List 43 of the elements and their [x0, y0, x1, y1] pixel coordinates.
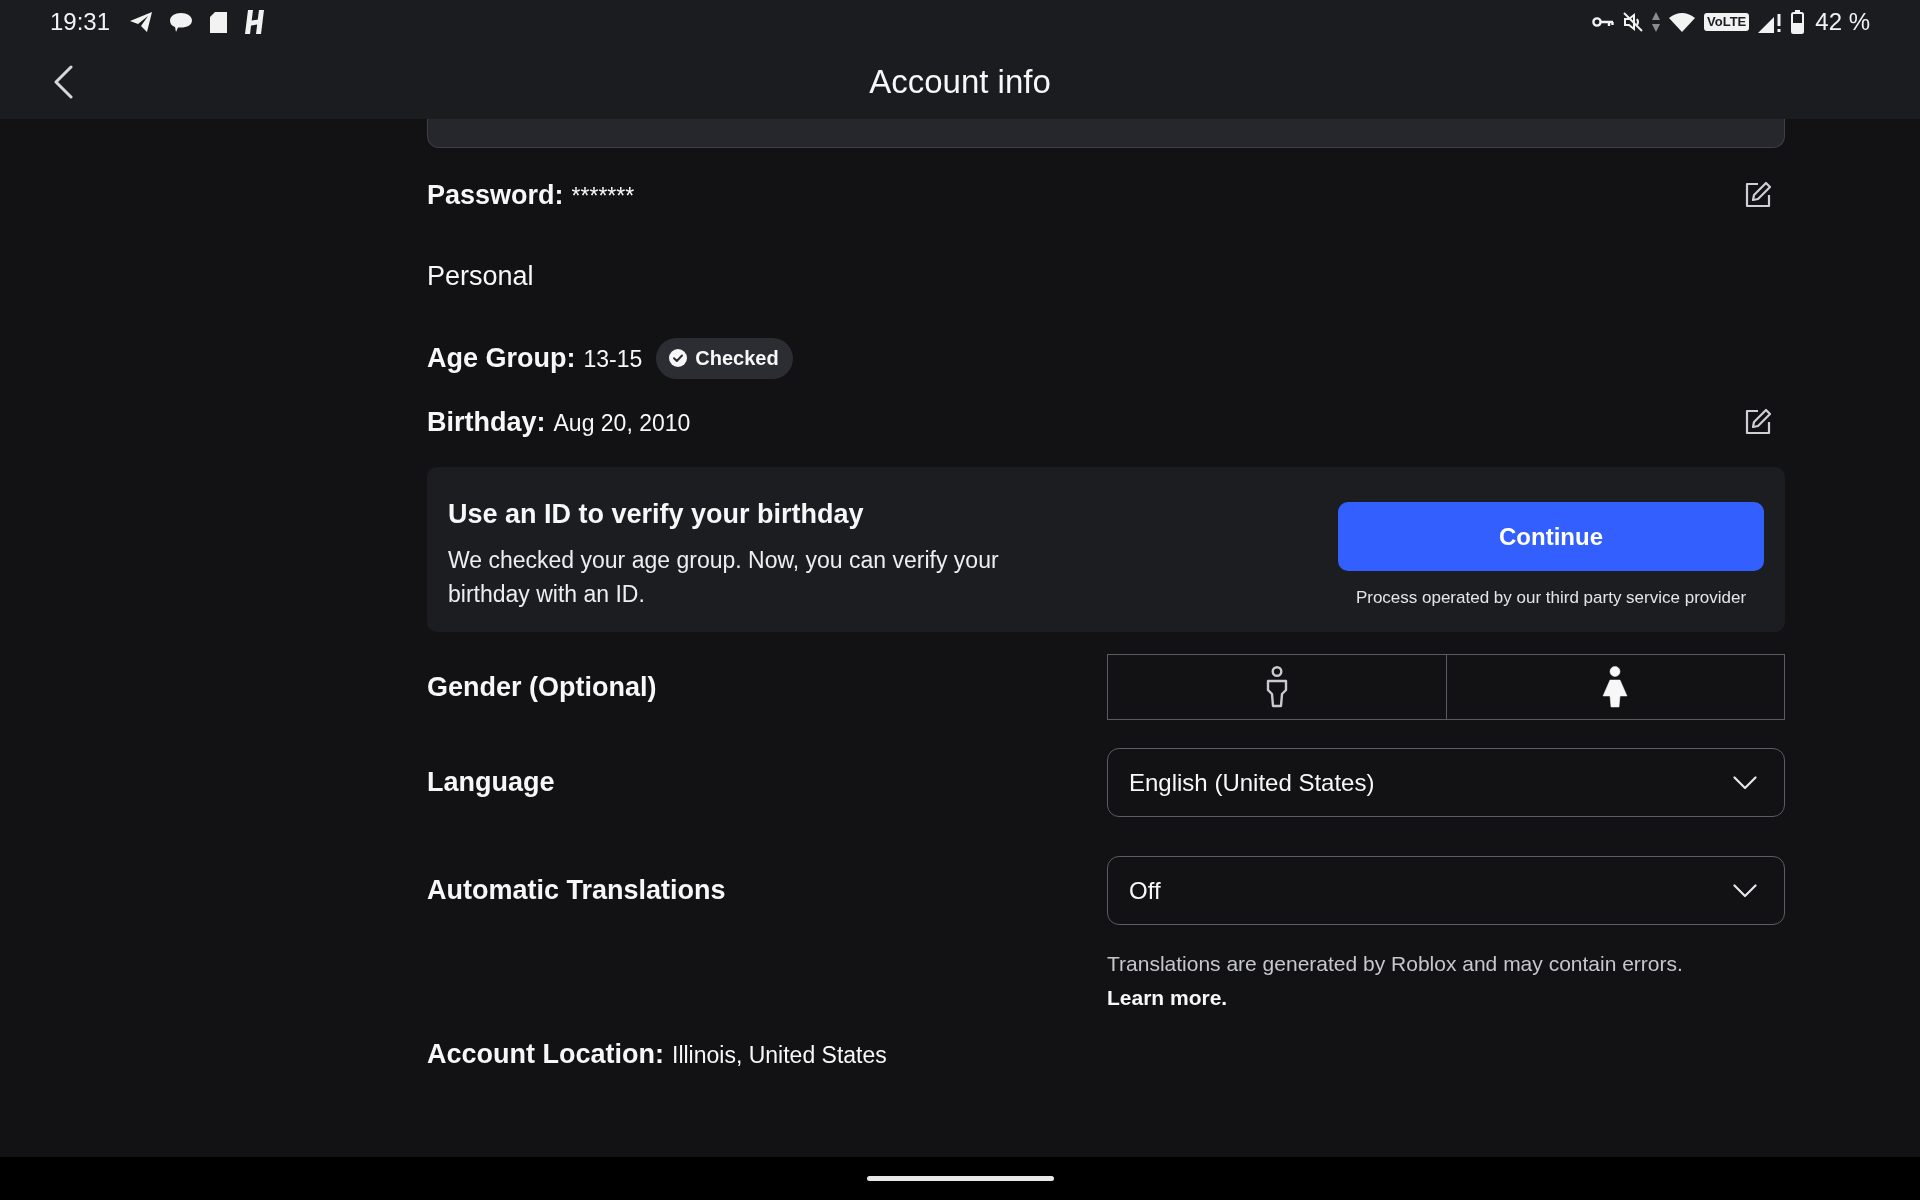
chat-bubble-icon: [170, 12, 193, 32]
age-group-label: Age Group:: [427, 342, 576, 374]
provider-note: Process operated by our third party service provider: [1355, 587, 1747, 609]
person-dress-filled-icon: [1602, 666, 1629, 708]
birthday-label: Birthday:: [427, 406, 546, 438]
translations-note: Translations are generated by Roblox and may contain errors. Learn more.: [1107, 951, 1684, 1011]
status-time: 19:31: [50, 8, 111, 36]
muted-speaker-icon: [1623, 12, 1644, 32]
back-icon[interactable]: [53, 64, 73, 99]
person-outline-icon: [1265, 666, 1288, 708]
birthday-value: Aug 20, 2010: [553, 409, 691, 437]
wifi-icon: [1669, 12, 1696, 32]
language-label: Language: [427, 767, 555, 798]
gender-label: Gender (Optional): [427, 671, 657, 703]
edit-icon[interactable]: [1744, 181, 1772, 209]
password-label: Password:: [427, 179, 564, 211]
continue-button[interactable]: Continue: [1338, 502, 1764, 571]
status-label: Checked: [695, 346, 779, 370]
sd-card-icon: [210, 11, 228, 33]
volte-indicator: VoLTE: [1704, 13, 1750, 31]
signal-alert-icon: [1758, 11, 1783, 33]
battery-percent: 42 %: [1815, 8, 1870, 36]
paper-plane-icon: [130, 12, 153, 32]
key-icon: [1592, 16, 1615, 28]
data-arrows-icon: [1652, 12, 1661, 32]
location-value: Illinois, United States: [672, 1041, 887, 1069]
translations-label: Automatic Translations: [427, 875, 726, 906]
battery-icon: [1791, 10, 1805, 34]
chevron-down-icon: [1733, 775, 1757, 790]
app-logo-icon: [245, 10, 266, 34]
chevron-down-icon: [1733, 883, 1757, 898]
section-heading: Personal: [427, 260, 534, 292]
language-dropdown[interactable]: English (United States): [1107, 748, 1785, 817]
card-title: Use an ID to verify your birthday: [448, 498, 865, 531]
edit-icon[interactable]: [1744, 408, 1772, 436]
page-title: Account info: [869, 62, 1051, 101]
learn-more-link[interactable]: Learn more.: [1107, 986, 1228, 1009]
password-value: *******: [571, 182, 635, 210]
card-text: We checked your age group. Now, you can verify your birthday with an ID.: [448, 546, 1000, 609]
age-group-value: 13-15: [583, 345, 643, 373]
check-circle-icon: [669, 349, 688, 367]
location-label: Account Location:: [427, 1038, 664, 1070]
translations-dropdown[interactable]: Off: [1107, 856, 1785, 925]
